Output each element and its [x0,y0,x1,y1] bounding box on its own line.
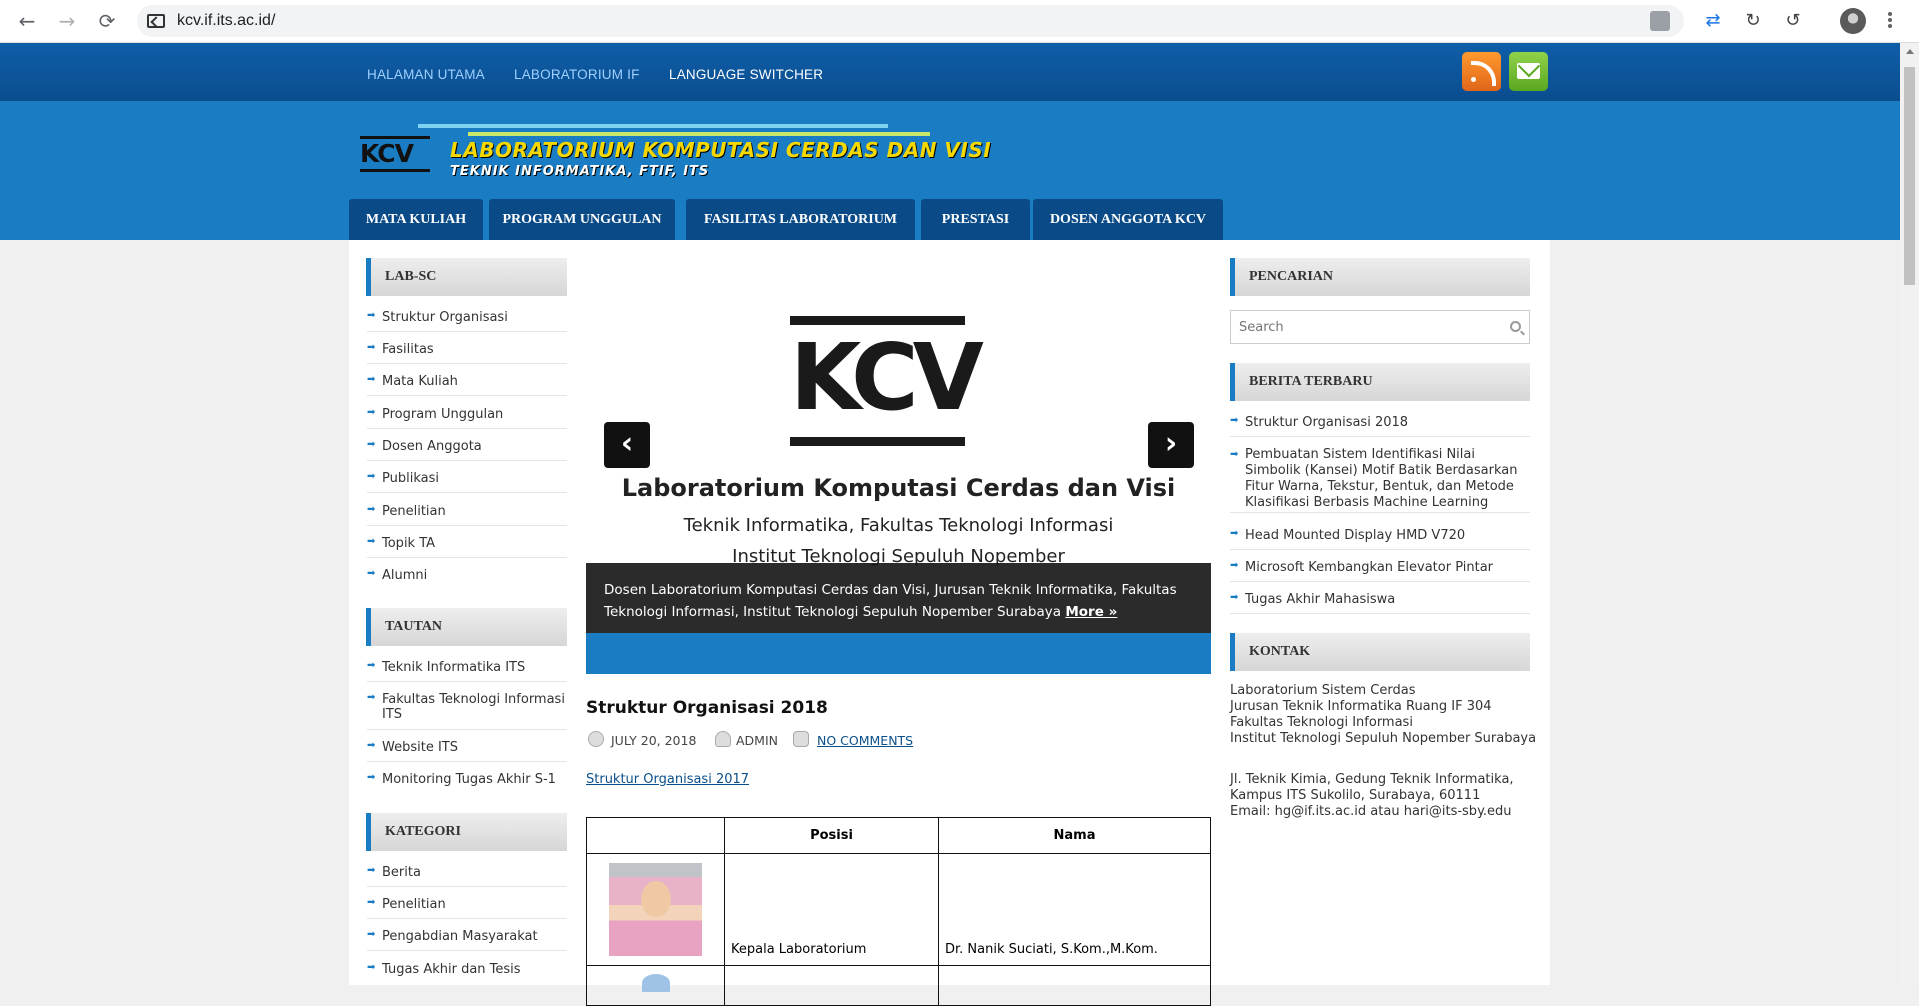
table-cell-photo [586,853,725,966]
sidebar-link-teknik-informatika[interactable]: Teknik Informatika ITS [367,660,567,682]
widget-title-kategori: KATEGORI [366,813,567,851]
post-date: JULY 20, 2018 [611,733,697,748]
sidebar-link-berita[interactable]: Berita [367,865,567,887]
top-navigation: HALAMAN UTAMA LABORATORIUM IF LANGUAGE S… [0,43,1900,101]
sidebar-link-program-unggulan[interactable]: Program Unggulan [367,407,567,429]
sidebar-link-topik-ta[interactable]: Topik TA [367,536,567,558]
table-header-posisi: Posisi [724,817,939,854]
sidebar-link-fasilitas[interactable]: Fasilitas [367,342,567,364]
sidebar-link-struktur[interactable]: Struktur Organisasi [367,310,567,332]
user-icon [715,731,731,747]
kontak-address: Laboratorium Sistem Cerdas Jurusan Tekni… [1230,683,1537,746]
search-icon[interactable] [1510,321,1521,332]
table-cell-posisi [724,965,939,1006]
scroll-up-icon[interactable] [1906,49,1914,54]
history-extension-icon[interactable]: ↺ [1782,10,1804,32]
slider-prev-button[interactable]: ‹ [604,422,650,468]
profile-avatar[interactable] [1840,8,1866,34]
scroll-thumb[interactable] [1904,67,1915,285]
browser-toolbar: ← → ⟳ kcv.if.its.ac.id/ ⇄ ↻ ↺ [0,0,1919,43]
slide-title: Laboratorium Komputasi Cerdas dan Visi [621,474,1176,502]
post-title[interactable]: Struktur Organisasi 2018 [586,698,828,718]
widget-title-tautan: TAUTAN [366,608,567,646]
slider-next-button[interactable]: › [1148,422,1194,468]
translate-icon[interactable] [1650,11,1670,31]
comment-icon [793,731,809,747]
berita-link-2[interactable]: Pembuatan Sistem Identifikasi Nilai Simb… [1230,447,1530,513]
table-header-photo [586,817,725,854]
sidebar-link-dosen-anggota[interactable]: Dosen Anggota [367,439,567,461]
mainnav-fasilitas-laboratorium[interactable]: FASILITAS LABORATORIUM [686,199,915,240]
berita-link-5[interactable]: Tugas Akhir Mahasiswa [1230,592,1530,614]
sidebar-link-monitoring-ta[interactable]: Monitoring Tugas Akhir S-1 [367,772,567,794]
table-cell-photo [586,965,725,1006]
table-row: Kepala Laboratorium Dr. Nanik Suciati, S… [586,853,1211,966]
browser-menu-icon[interactable] [1887,10,1893,32]
widget-title-labsc: LAB-SC [366,258,567,296]
organization-table: Posisi Nama Kepala Laboratorium Dr. Nani… [586,817,1211,1006]
sidebar-link-publikasi[interactable]: Publikasi [367,471,567,493]
widget-title-kontak: KONTAK [1230,633,1530,671]
berita-link-1[interactable]: Struktur Organisasi 2018 [1230,415,1530,437]
post-link-2017[interactable]: Struktur Organisasi 2017 [586,772,749,787]
reload-icon[interactable]: ⟳ [94,8,120,34]
mail-icon[interactable] [1509,52,1548,91]
table-row [586,965,1211,1006]
sync-extension-icon[interactable]: ↻ [1742,10,1764,32]
mainnav-dosen-anggota[interactable]: DOSEN ANGGOTA KCV [1033,199,1223,240]
berita-link-3[interactable]: Head Mounted Display HMD V720 [1230,528,1530,550]
sidebar-link-alumni[interactable]: Alumni [367,568,567,590]
person-photo[interactable] [609,863,702,956]
topnav-halaman-utama[interactable]: HALAMAN UTAMA [367,67,485,82]
topnav-language-switcher[interactable]: LANGUAGE SWITCHER [669,67,823,82]
logo-mark[interactable]: KCV [360,136,430,172]
slide-subtitle-1: Teknik Informatika, Fakultas Teknologi I… [683,515,1114,536]
search-input[interactable] [1231,311,1491,343]
table-header-nama: Nama [938,817,1211,854]
address-bar[interactable]: kcv.if.its.ac.id/ [137,5,1684,37]
table-cell-nama: Dr. Nanik Suciati, S.Kom.,M.Kom. [938,853,1211,966]
clock-icon [588,731,604,747]
mainnav-prestasi[interactable]: PRESTASI [921,199,1030,240]
slider-more-link[interactable]: More » [1065,604,1117,620]
table-cell-nama [938,965,1211,1006]
post-comments-link[interactable]: NO COMMENTS [817,733,913,748]
sidebar-link-website-its[interactable]: Website ITS [367,740,567,762]
site-title[interactable]: LABORATORIUM KOMPUTASI CERDAS DAN VISI [450,138,991,162]
forward-arrow-icon[interactable]: → [54,8,80,34]
site-subtitle: TEKNIK INFORMATIKA, FTIF, ITS [450,164,710,179]
slider-bottom-bar [586,633,1211,674]
widget-title-berita-terbaru: BERITA TERBARU [1230,363,1530,401]
url-text[interactable]: kcv.if.its.ac.id/ [177,12,275,30]
table-cell-posisi: Kepala Laboratorium [724,853,939,966]
mainnav-program-unggulan[interactable]: PROGRAM UNGGULAN [489,199,675,240]
slider-logo: KCV [790,316,984,446]
logo-lines [418,124,930,136]
topnav-laboratorium-if[interactable]: LABORATORIUM IF [514,67,640,82]
search-form [1230,310,1530,344]
page-scrollbar[interactable] [1900,43,1919,985]
widget-title-pencarian: PENCARIAN [1230,258,1530,296]
sidebar-link-kategori-penelitian[interactable]: Penelitian [367,897,567,919]
sidebar-link-penelitian[interactable]: Penelitian [367,504,567,526]
table-header-row: Posisi Nama [586,817,1211,854]
post-author[interactable]: ADMIN [736,733,778,748]
berita-link-4[interactable]: Microsoft Kembangkan Elevator Pintar [1230,560,1530,582]
sidebar-link-mata-kuliah[interactable]: Mata Kuliah [367,374,567,396]
sidebar-link-fakultas[interactable]: Fakultas Teknologi Informasi ITS [367,692,567,730]
sidebar-link-pengabdian[interactable]: Pengabdian Masyarakat [367,929,567,951]
site-info-icon[interactable] [147,14,165,28]
back-arrow-icon[interactable]: ← [14,8,40,34]
slider-caption: Dosen Laboratorium Komputasi Cerdas dan … [586,563,1211,633]
mainnav-mata-kuliah[interactable]: MATA KULIAH [349,199,483,240]
extension-icon[interactable]: ⇄ [1702,10,1724,32]
kontak-location: Jl. Teknik Kimia, Gedung Teknik Informat… [1230,772,1514,819]
rss-icon[interactable] [1462,52,1501,91]
person-photo[interactable] [641,974,670,992]
sidebar-link-tugas-akhir[interactable]: Tugas Akhir dan Tesis [367,962,567,984]
